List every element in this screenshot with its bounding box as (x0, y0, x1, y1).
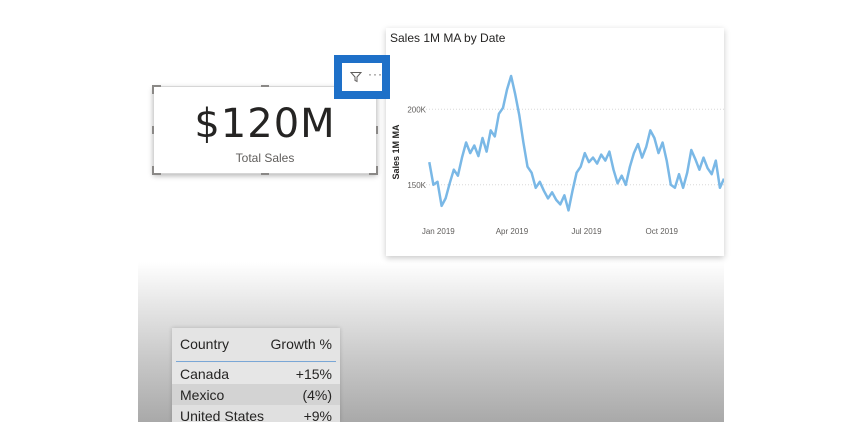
total-sales-card[interactable]: $120M Total Sales (152, 85, 378, 175)
resize-handle-left[interactable] (152, 126, 154, 134)
resize-handle-bottom-right[interactable] (369, 166, 378, 175)
growth-cell: (4%) (302, 387, 332, 403)
resize-handle-top-left[interactable] (152, 85, 161, 94)
country-cell: Canada (180, 366, 230, 382)
resize-handle-right[interactable] (376, 126, 378, 134)
filter-icon[interactable] (350, 71, 362, 83)
x-tick-label: Oct 2019 (646, 227, 679, 236)
country-cell: Mexico (180, 387, 225, 403)
table-row[interactable]: Canada +15% (172, 363, 340, 384)
x-tick-label: Jul 2019 (571, 227, 602, 236)
resize-handle-bottom[interactable] (261, 173, 269, 175)
growth-cell: +9% (303, 408, 332, 422)
country-growth-table[interactable]: Country Growth % Canada +15% Mexico (4%)… (172, 328, 340, 422)
resize-handle-top[interactable] (261, 85, 269, 87)
line-chart-card[interactable]: Sales 1M MA by Date 200K 150K Jan 2019 Apr… (386, 28, 724, 256)
x-tick-label: Apr 2019 (496, 227, 529, 236)
y-tick-label: 200K (407, 105, 426, 114)
line-chart: 200K 150K Jan 2019 Apr 2019 Jul 2019 Oct 201… (391, 74, 724, 236)
visual-header: ··· (334, 55, 390, 99)
column-header-growth[interactable]: Growth % (271, 336, 332, 352)
series-line (428, 74, 724, 212)
more-options-icon[interactable]: ··· (368, 67, 383, 81)
table-header-row: Country Growth % (172, 333, 340, 354)
growth-cell: +15% (295, 366, 332, 382)
visual-header-toolbar: ··· (342, 63, 382, 91)
kpi-value: $120M (194, 101, 336, 147)
y-tick-label: 150K (407, 181, 426, 190)
y-axis-label: Sales 1M MA (391, 124, 401, 180)
table-row[interactable]: Mexico (4%) (172, 384, 340, 405)
kpi-label: Total Sales (235, 151, 295, 165)
header-divider (176, 361, 336, 362)
column-header-country[interactable]: Country (180, 336, 229, 352)
resize-handle-bottom-left[interactable] (152, 166, 161, 175)
country-cell: United States (180, 408, 265, 422)
table-row[interactable]: United States +9% (172, 405, 340, 422)
x-tick-label: Jan 2019 (422, 227, 455, 236)
